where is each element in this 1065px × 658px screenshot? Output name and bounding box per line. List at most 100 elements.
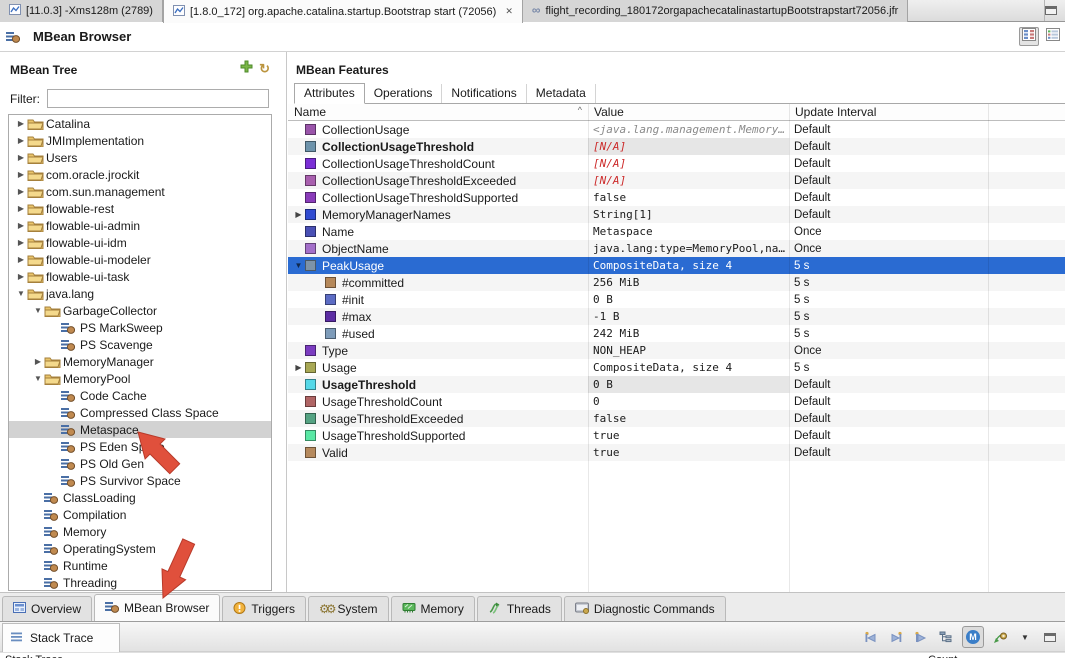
attribute-row-usagethresholdcount[interactable]: UsageThresholdCount0Default xyxy=(288,393,1065,410)
expand-icon[interactable]: ▶ xyxy=(292,363,305,372)
attribute-row-usagethreshold[interactable]: UsageThreshold0 BDefault xyxy=(288,376,1065,393)
attribute-row-usagethresholdexceeded[interactable]: UsageThresholdExceededfalseDefault xyxy=(288,410,1065,427)
attribute-row-type[interactable]: TypeNON_HEAPOnce xyxy=(288,342,1065,359)
tab-attributes[interactable]: Attributes xyxy=(294,83,365,104)
expand-icon[interactable]: ▶ xyxy=(292,210,305,219)
tree-item-memorymanager[interactable]: ▶MemoryManager xyxy=(9,353,271,370)
tree-item-ps-marksweep[interactable]: PS MarkSweep xyxy=(9,319,271,336)
tree-item-ps-old-gen[interactable]: PS Old Gen xyxy=(9,455,271,472)
expand-icon[interactable]: ▶ xyxy=(15,153,27,162)
attribute-row-peakusage[interactable]: ▼PeakUsageCompositeData, size 45 s xyxy=(288,257,1065,274)
attribute-table-settings-button[interactable] xyxy=(1019,27,1039,46)
minimize-editor-area-icon[interactable] xyxy=(1045,6,1057,15)
tree-item-runtime[interactable]: Runtime xyxy=(9,557,271,574)
column-header-value[interactable]: Value xyxy=(588,105,789,119)
tab-diagnostic-commands[interactable]: Diagnostic Commands xyxy=(564,596,726,621)
tree-item-compilation[interactable]: Compilation xyxy=(9,506,271,523)
tree-item-flowable-ui-modeler[interactable]: ▶flowable-ui-modeler xyxy=(9,251,271,268)
tree-item-flowable-rest[interactable]: ▶flowable-rest xyxy=(9,200,271,217)
tree-item-garbagecollector[interactable]: ▼GarbageCollector xyxy=(9,302,271,319)
attribute-row-collectionusagethreshold[interactable]: CollectionUsageThreshold[N/A]Default xyxy=(288,138,1065,155)
editor-tab-11-0-3-xms128m-2789[interactable]: [11.0.3] -Xms128m (2789) xyxy=(0,0,163,22)
tree-item-ps-survivor-space[interactable]: PS Survivor Space xyxy=(9,472,271,489)
attribute-row-collectionusagethresholdexceeded[interactable]: CollectionUsageThresholdExceeded[N/A]Def… xyxy=(288,172,1065,189)
editor-tab-flight-recording-180172o[interactable]: ∞flight_recording_180172orgapachecatalin… xyxy=(523,0,908,22)
editor-tab-1-8-0-172-org-apache-c[interactable]: [1.8.0_172] org.apache.catalina.startup.… xyxy=(163,0,523,23)
expand-icon[interactable]: ▶ xyxy=(15,170,27,179)
navigate-source-icon[interactable] xyxy=(991,628,1009,646)
attribute-row-name[interactable]: NameMetaspaceOnce xyxy=(288,223,1065,240)
tree-item-memorypool[interactable]: ▼MemoryPool xyxy=(9,370,271,387)
attribute-update-interval: 5 s xyxy=(789,311,988,323)
tree-item-threading[interactable]: Threading xyxy=(9,574,271,591)
attribute-row-usage[interactable]: ▶UsageCompositeData, size 45 s xyxy=(288,359,1065,376)
collapse-icon[interactable]: ▼ xyxy=(32,306,44,315)
collapse-icon[interactable]: ▼ xyxy=(292,261,305,270)
attribute-row-memorymanagernames[interactable]: ▶MemoryManagerNamesString[1]Default xyxy=(288,206,1065,223)
tab-operations[interactable]: Operations xyxy=(365,84,443,103)
tree-item-ps-scavenge[interactable]: PS Scavenge xyxy=(9,336,271,353)
tab-system[interactable]: ⚙⚙System xyxy=(308,596,389,621)
column-header-name[interactable]: Name ^ xyxy=(288,105,588,119)
tab-metadata[interactable]: Metadata xyxy=(527,84,596,103)
tree-item-classloading[interactable]: ClassLoading xyxy=(9,489,271,506)
attribute-row-collectionusagethresholdsupported[interactable]: CollectionUsageThresholdSupportedfalseDe… xyxy=(288,189,1065,206)
expand-icon[interactable]: ▶ xyxy=(15,119,27,128)
attribute-row-usagethresholdsupported[interactable]: UsageThresholdSupportedtrueDefault xyxy=(288,427,1065,444)
tree-item-metaspace[interactable]: Metaspace xyxy=(9,421,271,438)
column-header-update-interval[interactable]: Update Interval xyxy=(789,105,988,119)
prev-frame-icon[interactable] xyxy=(862,628,880,646)
attribute-row-max[interactable]: #max-1 B5 s xyxy=(288,308,1065,325)
tree-item-flowable-ui-idm[interactable]: ▶flowable-ui-idm xyxy=(9,234,271,251)
tab-stack-trace[interactable]: Stack Trace xyxy=(2,623,120,652)
tree-item-compressed-class-space[interactable]: Compressed Class Space xyxy=(9,404,271,421)
close-tab-icon[interactable]: ✕ xyxy=(505,6,513,17)
jump-frame-icon[interactable] xyxy=(912,628,930,646)
tab-overview[interactable]: Overview xyxy=(2,596,92,621)
expand-icon[interactable]: ▶ xyxy=(15,272,27,281)
attribute-name: CollectionUsageThreshold xyxy=(322,140,474,154)
expand-icon[interactable]: ▶ xyxy=(15,221,27,230)
tab-mbean-browser[interactable]: MBean Browser xyxy=(94,594,220,621)
refresh-icon[interactable]: ↻ xyxy=(259,61,270,77)
filter-input[interactable] xyxy=(47,89,269,108)
tree-item-operatingsystem[interactable]: OperatingSystem xyxy=(9,540,271,557)
minimize-panel-icon[interactable] xyxy=(1041,628,1059,646)
tree-item-com-oracle-jrockit[interactable]: ▶com.oracle.jrockit xyxy=(9,166,271,183)
menu-dropdown-icon[interactable]: ▼ xyxy=(1016,628,1034,646)
add-mbean-icon[interactable] xyxy=(240,60,253,78)
next-frame-icon[interactable] xyxy=(887,628,905,646)
method-profile-icon[interactable]: M xyxy=(962,626,984,648)
expand-icon[interactable]: ▶ xyxy=(15,204,27,213)
tab-memory[interactable]: Memory xyxy=(391,596,475,621)
collapse-icon[interactable]: ▼ xyxy=(32,374,44,383)
expand-icon[interactable]: ▶ xyxy=(15,255,27,264)
tree-item-users[interactable]: ▶Users xyxy=(9,149,271,166)
expand-icon[interactable]: ▶ xyxy=(15,187,27,196)
attribute-list-settings-button[interactable] xyxy=(1043,27,1063,46)
attribute-row-used[interactable]: #used242 MiB5 s xyxy=(288,325,1065,342)
tree-view-icon[interactable] xyxy=(937,628,955,646)
attribute-row-init[interactable]: #init0 B5 s xyxy=(288,291,1065,308)
tree-item-jmimplementation[interactable]: ▶JMImplementation xyxy=(9,132,271,149)
tree-item-flowable-ui-admin[interactable]: ▶flowable-ui-admin xyxy=(9,217,271,234)
tree-item-flowable-ui-task[interactable]: ▶flowable-ui-task xyxy=(9,268,271,285)
attribute-row-objectname[interactable]: ObjectNamejava.lang:type=MemoryPool,na…O… xyxy=(288,240,1065,257)
tree-item-code-cache[interactable]: Code Cache xyxy=(9,387,271,404)
expand-icon[interactable]: ▶ xyxy=(15,136,27,145)
tab-notifications[interactable]: Notifications xyxy=(442,84,526,103)
tree-item-memory[interactable]: Memory xyxy=(9,523,271,540)
tree-item-java-lang[interactable]: ▼java.lang xyxy=(9,285,271,302)
tree-item-catalina[interactable]: ▶Catalina xyxy=(9,115,271,132)
tree-item-ps-eden-space[interactable]: PS Eden Space xyxy=(9,438,271,455)
tab-triggers[interactable]: Triggers xyxy=(222,596,306,621)
attribute-row-collectionusage[interactable]: CollectionUsage<java.lang.management.Mem… xyxy=(288,121,1065,138)
tree-item-com-sun-management[interactable]: ▶com.sun.management xyxy=(9,183,271,200)
tab-threads[interactable]: Threads xyxy=(477,596,562,621)
expand-icon[interactable]: ▶ xyxy=(15,238,27,247)
collapse-icon[interactable]: ▼ xyxy=(15,289,27,298)
expand-icon[interactable]: ▶ xyxy=(32,357,44,366)
attribute-row-valid[interactable]: ValidtrueDefault xyxy=(288,444,1065,461)
attribute-row-collectionusagethresholdcount[interactable]: CollectionUsageThresholdCount[N/A]Defaul… xyxy=(288,155,1065,172)
attribute-row-committed[interactable]: #committed256 MiB5 s xyxy=(288,274,1065,291)
